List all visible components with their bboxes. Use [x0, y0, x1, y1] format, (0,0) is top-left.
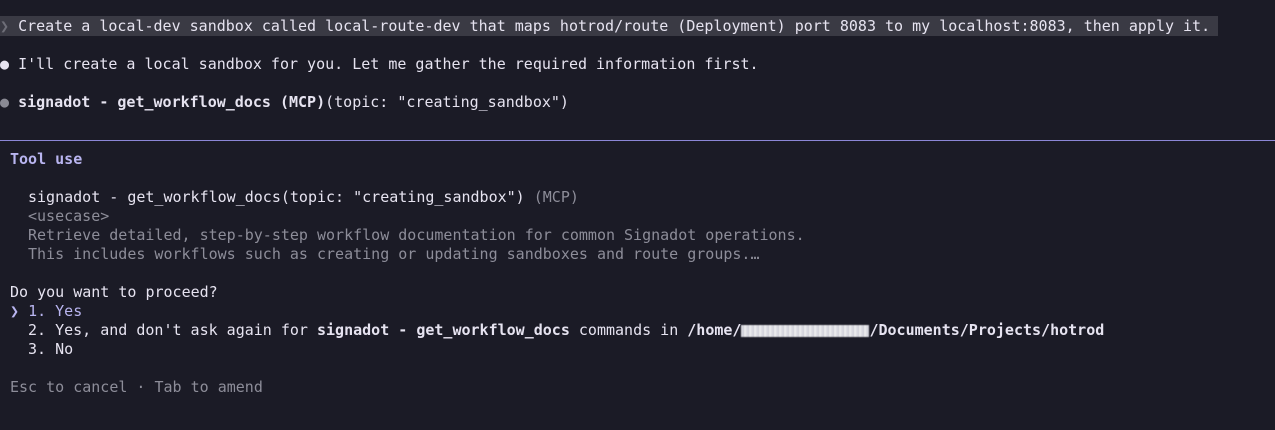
tool-call-name: signadot - get_workflow_docs (MCP) — [18, 93, 326, 111]
option-no-number: 3. — [28, 340, 47, 358]
tool-call-bullet-icon: ● — [0, 93, 10, 111]
option-yes-label: Yes — [55, 302, 83, 320]
option-2-label-prefix: Yes, and don't ask again for — [55, 321, 317, 339]
tool-use-description-line-3: This includes workflows such as creating… — [28, 245, 760, 263]
tool-use-call-suffix: (MCP) — [524, 188, 579, 206]
tool-call-args: (topic: "creating_sandbox") — [325, 93, 569, 111]
option-yes-dont-ask-again[interactable]: 2. Yes, and don't ask again for signadot… — [28, 320, 1104, 340]
option-yes-number: 1. — [28, 302, 47, 320]
section-divider — [0, 140, 1275, 141]
assistant-message-line: ● I'll create a local sandbox for you. L… — [0, 54, 759, 74]
footer-hint: Esc to cancel · Tab to amend — [10, 378, 263, 396]
tool-use-description-line-1: <usecase> — [28, 207, 110, 225]
user-prompt-line: ❯ Create a local-dev sandbox called loca… — [0, 16, 1219, 36]
tool-use-call: signadot - get_workflow_docs(topic: "cre… — [28, 188, 525, 206]
option-no-label: No — [55, 340, 74, 358]
tool-use-description-line-2: Retrieve detailed, step-by-step workflow… — [28, 226, 805, 244]
user-prompt-text: Create a local-dev sandbox called local-… — [18, 17, 1211, 35]
permission-question: Do you want to proceed? — [10, 283, 218, 301]
assistant-message-text: I'll create a local sandbox for you. Let… — [18, 55, 759, 73]
option-2-number: 2. — [28, 321, 47, 339]
redacted-username — [741, 324, 870, 337]
prompt-chevron-icon: ❯ — [0, 17, 10, 35]
option-no[interactable]: 3. No — [28, 339, 73, 359]
tool-use-header: Tool use — [10, 150, 83, 168]
option-2-path-start: /home/ — [687, 321, 742, 339]
option-2-label-middle: commands in — [569, 321, 688, 339]
tool-call-line: ● signadot - get_workflow_docs (MCP)(top… — [0, 92, 569, 112]
option-2-tool-name: signadot - get_workflow_docs — [317, 321, 570, 339]
option-2-path-end: /Documents/Projects/hotrod — [869, 321, 1105, 339]
selection-cursor-icon: ❯ — [10, 302, 20, 320]
option-yes[interactable]: ❯ 1. Yes — [10, 301, 82, 321]
tool-use-call-line: signadot - get_workflow_docs(topic: "cre… — [28, 187, 579, 207]
message-bullet-icon: ● — [0, 55, 10, 73]
